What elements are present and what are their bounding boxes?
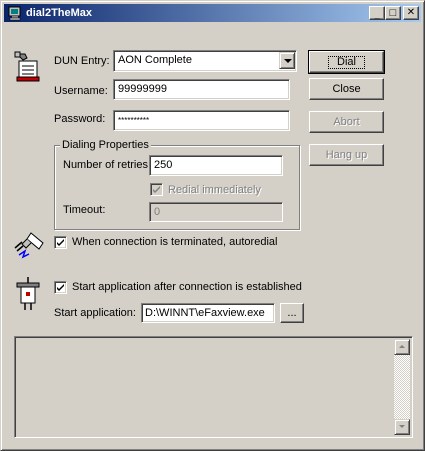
browse-button[interactable]: ...: [280, 303, 304, 323]
title-bar[interactable]: dial2TheMax _ □ ✕: [4, 4, 421, 22]
start-application-checkbox[interactable]: [54, 281, 67, 294]
timeout-field[interactable]: 0: [149, 202, 283, 222]
hangup-button[interactable]: Hang up: [309, 144, 384, 166]
autoredial-checkbox[interactable]: [54, 236, 67, 249]
arrow-down-icon: [399, 425, 405, 428]
scroll-down-button[interactable]: [394, 419, 410, 435]
close-button[interactable]: Close: [309, 78, 384, 100]
scroll-up-button[interactable]: [394, 339, 410, 355]
password-field[interactable]: **********: [113, 110, 290, 131]
maximize-icon: □: [389, 6, 397, 19]
arrow-up-icon: [399, 345, 405, 348]
maximize-button[interactable]: □: [385, 6, 401, 20]
timeout-label: Timeout:: [63, 204, 106, 216]
dialing-properties-title: Dialing Properties: [60, 139, 151, 152]
dial-button-label: Dial: [328, 55, 365, 69]
minimize-icon: _: [374, 9, 380, 20]
window-title: dial2TheMax: [26, 7, 93, 19]
autoredial-label: When connection is terminated, autoredia…: [72, 236, 278, 248]
dun-dropdown-button[interactable]: [279, 52, 295, 69]
username-field[interactable]: 99999999: [113, 79, 290, 100]
redial-immediately-checkbox[interactable]: [150, 183, 163, 196]
retries-field[interactable]: 250: [149, 155, 283, 176]
dun-entry-value: AON Complete: [118, 54, 192, 66]
minimize-button[interactable]: _: [369, 6, 385, 20]
redial-immediately-label: Redial immediately: [168, 184, 261, 196]
close-icon: ✕: [406, 7, 416, 18]
username-label: Username:: [54, 85, 108, 97]
dial-app-icon: [7, 5, 23, 21]
timeout-value: 0: [154, 206, 161, 218]
log-area[interactable]: [14, 336, 413, 438]
power-plug-icon: [15, 277, 41, 311]
start-application-field[interactable]: D:\WINNT\eFaxview.exe: [141, 303, 275, 323]
browse-button-label: ...: [287, 307, 297, 319]
hangup-button-label: Hang up: [325, 149, 368, 161]
checkmark-icon: [153, 186, 160, 193]
dial-button[interactable]: Dial: [308, 50, 385, 74]
checkmark-icon: [57, 284, 64, 291]
start-application-label: Start application:: [54, 307, 136, 319]
abort-button-label: Abort: [333, 116, 360, 128]
start-application-value: D:\WINNT\eFaxview.exe: [145, 307, 265, 319]
close-window-button[interactable]: ✕: [403, 6, 419, 20]
retries-value: 250: [154, 159, 173, 171]
log-scrollbar[interactable]: [394, 339, 410, 435]
plug-spark-icon: [13, 227, 47, 261]
dun-entry-select[interactable]: AON Complete: [113, 50, 297, 72]
username-value: 99999999: [118, 83, 167, 95]
dun-entry-label: DUN Entry:: [54, 55, 110, 67]
checkmark-icon: [57, 239, 64, 246]
abort-button[interactable]: Abort: [309, 111, 384, 133]
start-application-checkbox-label: Start application after connection is es…: [72, 281, 302, 293]
chevron-down-icon: [284, 59, 292, 63]
password-label: Password:: [54, 113, 106, 125]
main-window: dial2TheMax _ □ ✕ DUN Entry: AON Complet…: [0, 0, 425, 451]
close-button-label: Close: [332, 83, 361, 95]
password-value: **********: [118, 116, 150, 125]
retries-label: Number of retries:: [63, 159, 152, 171]
phone-book-icon: [13, 51, 43, 83]
